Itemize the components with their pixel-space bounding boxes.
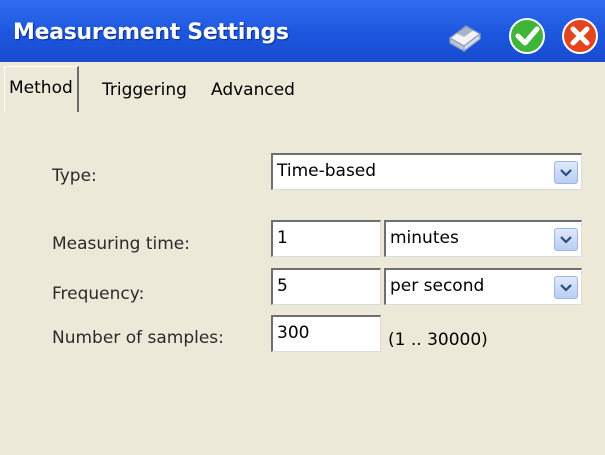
measuring-time-label: Measuring time: — [52, 234, 190, 254]
window-title: Measurement Settings — [13, 20, 289, 45]
method-panel: Type: Time-based Measuring time: 1 minut… — [0, 110, 605, 455]
frequency-input[interactable]: 5 — [271, 268, 381, 305]
ok-button[interactable] — [507, 16, 547, 56]
tab-strip: Method Triggering Advanced — [0, 62, 605, 112]
checkmark-icon — [509, 18, 545, 54]
measuring-time-input[interactable]: 1 — [271, 220, 381, 257]
type-label: Type: — [52, 166, 97, 186]
frequency-label: Frequency: — [52, 284, 145, 304]
tab-triggering[interactable]: Triggering — [98, 70, 191, 110]
tab-method[interactable]: Method — [4, 66, 79, 112]
type-value: Time-based — [277, 161, 377, 181]
measuring-time-unit-dropdown[interactable]: minutes — [384, 220, 582, 257]
close-button[interactable] — [560, 16, 600, 56]
number-of-samples-input[interactable]: 300 — [271, 315, 381, 352]
number-of-samples-label: Number of samples: — [52, 328, 224, 348]
samples-range-hint: (1 .. 30000) — [388, 330, 488, 350]
frequency-unit-dropdown[interactable]: per second — [384, 268, 582, 305]
tab-advanced[interactable]: Advanced — [207, 70, 299, 110]
close-icon — [562, 18, 598, 54]
chevron-down-icon[interactable] — [554, 228, 578, 251]
frequency-unit-value: per second — [390, 276, 485, 296]
eraser-icon[interactable] — [444, 16, 484, 56]
chevron-down-icon[interactable] — [554, 161, 578, 184]
measuring-time-unit-value: minutes — [390, 228, 459, 248]
type-dropdown[interactable]: Time-based — [271, 153, 582, 190]
chevron-down-icon[interactable] — [554, 276, 578, 299]
